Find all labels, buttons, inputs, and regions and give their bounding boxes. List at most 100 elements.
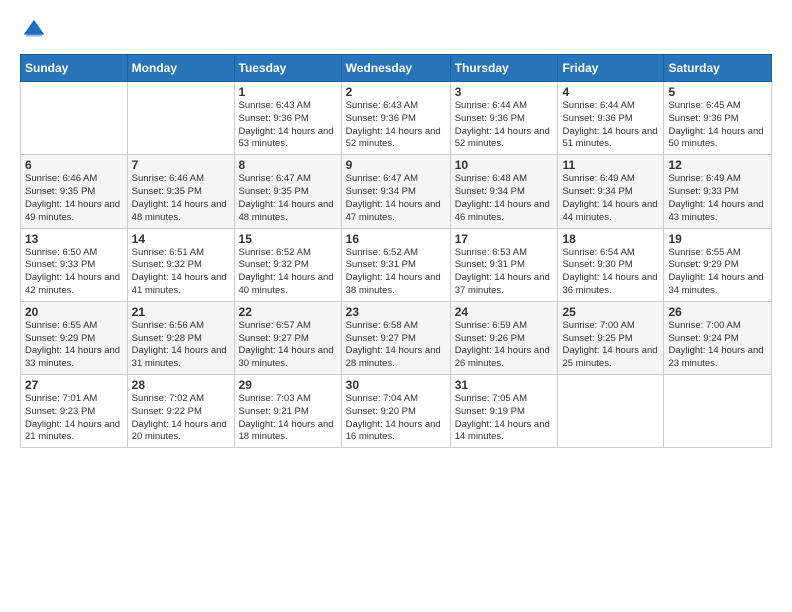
- day-number: 13: [25, 232, 123, 246]
- calendar: SundayMondayTuesdayWednesdayThursdayFrid…: [20, 54, 772, 448]
- day-number: 22: [239, 305, 337, 319]
- day-info: Sunrise: 6:44 AM Sunset: 9:36 PM Dayligh…: [455, 100, 554, 151]
- day-cell: 21Sunrise: 6:56 AM Sunset: 9:28 PM Dayli…: [127, 301, 234, 374]
- day-cell: 31Sunrise: 7:05 AM Sunset: 9:19 PM Dayli…: [450, 375, 558, 448]
- day-number: 31: [455, 378, 554, 392]
- day-info: Sunrise: 6:56 AM Sunset: 9:28 PM Dayligh…: [132, 320, 230, 371]
- day-cell: 28Sunrise: 7:02 AM Sunset: 9:22 PM Dayli…: [127, 375, 234, 448]
- day-number: 24: [455, 305, 554, 319]
- day-info: Sunrise: 6:54 AM Sunset: 9:30 PM Dayligh…: [562, 247, 659, 298]
- day-cell: [21, 82, 128, 155]
- day-number: 6: [25, 158, 123, 172]
- logo: [20, 16, 52, 44]
- weekday-header-friday: Friday: [558, 55, 664, 82]
- day-number: 23: [346, 305, 446, 319]
- weekday-header-monday: Monday: [127, 55, 234, 82]
- weekday-header-tuesday: Tuesday: [234, 55, 341, 82]
- day-info: Sunrise: 6:58 AM Sunset: 9:27 PM Dayligh…: [346, 320, 446, 371]
- day-cell: 23Sunrise: 6:58 AM Sunset: 9:27 PM Dayli…: [341, 301, 450, 374]
- day-info: Sunrise: 6:59 AM Sunset: 9:26 PM Dayligh…: [455, 320, 554, 371]
- day-info: Sunrise: 6:43 AM Sunset: 9:36 PM Dayligh…: [346, 100, 446, 151]
- weekday-header-wednesday: Wednesday: [341, 55, 450, 82]
- day-cell: 12Sunrise: 6:49 AM Sunset: 9:33 PM Dayli…: [664, 155, 772, 228]
- day-info: Sunrise: 6:45 AM Sunset: 9:36 PM Dayligh…: [668, 100, 767, 151]
- day-cell: 14Sunrise: 6:51 AM Sunset: 9:32 PM Dayli…: [127, 228, 234, 301]
- day-info: Sunrise: 6:46 AM Sunset: 9:35 PM Dayligh…: [25, 173, 123, 224]
- day-number: 4: [562, 85, 659, 99]
- day-info: Sunrise: 7:00 AM Sunset: 9:24 PM Dayligh…: [668, 320, 767, 371]
- day-number: 14: [132, 232, 230, 246]
- day-cell: 22Sunrise: 6:57 AM Sunset: 9:27 PM Dayli…: [234, 301, 341, 374]
- day-number: 21: [132, 305, 230, 319]
- week-row-2: 6Sunrise: 6:46 AM Sunset: 9:35 PM Daylig…: [21, 155, 772, 228]
- day-cell: 3Sunrise: 6:44 AM Sunset: 9:36 PM Daylig…: [450, 82, 558, 155]
- weekday-header-row: SundayMondayTuesdayWednesdayThursdayFrid…: [21, 55, 772, 82]
- day-number: 7: [132, 158, 230, 172]
- day-info: Sunrise: 6:49 AM Sunset: 9:33 PM Dayligh…: [668, 173, 767, 224]
- day-info: Sunrise: 7:00 AM Sunset: 9:25 PM Dayligh…: [562, 320, 659, 371]
- day-number: 9: [346, 158, 446, 172]
- day-number: 18: [562, 232, 659, 246]
- day-cell: 27Sunrise: 7:01 AM Sunset: 9:23 PM Dayli…: [21, 375, 128, 448]
- day-cell: 15Sunrise: 6:52 AM Sunset: 9:32 PM Dayli…: [234, 228, 341, 301]
- day-cell: 9Sunrise: 6:47 AM Sunset: 9:34 PM Daylig…: [341, 155, 450, 228]
- day-number: 1: [239, 85, 337, 99]
- day-cell: [558, 375, 664, 448]
- day-cell: 5Sunrise: 6:45 AM Sunset: 9:36 PM Daylig…: [664, 82, 772, 155]
- day-info: Sunrise: 7:01 AM Sunset: 9:23 PM Dayligh…: [25, 393, 123, 444]
- week-row-5: 27Sunrise: 7:01 AM Sunset: 9:23 PM Dayli…: [21, 375, 772, 448]
- week-row-1: 1Sunrise: 6:43 AM Sunset: 9:36 PM Daylig…: [21, 82, 772, 155]
- day-info: Sunrise: 6:43 AM Sunset: 9:36 PM Dayligh…: [239, 100, 337, 151]
- day-number: 25: [562, 305, 659, 319]
- day-number: 30: [346, 378, 446, 392]
- day-number: 27: [25, 378, 123, 392]
- day-cell: 26Sunrise: 7:00 AM Sunset: 9:24 PM Dayli…: [664, 301, 772, 374]
- day-info: Sunrise: 6:46 AM Sunset: 9:35 PM Dayligh…: [132, 173, 230, 224]
- day-number: 28: [132, 378, 230, 392]
- day-cell: 24Sunrise: 6:59 AM Sunset: 9:26 PM Dayli…: [450, 301, 558, 374]
- day-cell: 1Sunrise: 6:43 AM Sunset: 9:36 PM Daylig…: [234, 82, 341, 155]
- weekday-header-saturday: Saturday: [664, 55, 772, 82]
- day-cell: 10Sunrise: 6:48 AM Sunset: 9:34 PM Dayli…: [450, 155, 558, 228]
- day-cell: 29Sunrise: 7:03 AM Sunset: 9:21 PM Dayli…: [234, 375, 341, 448]
- day-number: 19: [668, 232, 767, 246]
- day-number: 10: [455, 158, 554, 172]
- day-number: 20: [25, 305, 123, 319]
- day-cell: 4Sunrise: 6:44 AM Sunset: 9:36 PM Daylig…: [558, 82, 664, 155]
- day-cell: 11Sunrise: 6:49 AM Sunset: 9:34 PM Dayli…: [558, 155, 664, 228]
- day-info: Sunrise: 6:50 AM Sunset: 9:33 PM Dayligh…: [25, 247, 123, 298]
- day-info: Sunrise: 6:49 AM Sunset: 9:34 PM Dayligh…: [562, 173, 659, 224]
- day-cell: 2Sunrise: 6:43 AM Sunset: 9:36 PM Daylig…: [341, 82, 450, 155]
- day-number: 2: [346, 85, 446, 99]
- day-cell: [127, 82, 234, 155]
- page: SundayMondayTuesdayWednesdayThursdayFrid…: [0, 0, 792, 612]
- day-cell: 20Sunrise: 6:55 AM Sunset: 9:29 PM Dayli…: [21, 301, 128, 374]
- day-cell: [664, 375, 772, 448]
- day-info: Sunrise: 6:53 AM Sunset: 9:31 PM Dayligh…: [455, 247, 554, 298]
- day-info: Sunrise: 6:55 AM Sunset: 9:29 PM Dayligh…: [25, 320, 123, 371]
- day-info: Sunrise: 6:51 AM Sunset: 9:32 PM Dayligh…: [132, 247, 230, 298]
- day-cell: 13Sunrise: 6:50 AM Sunset: 9:33 PM Dayli…: [21, 228, 128, 301]
- day-number: 5: [668, 85, 767, 99]
- day-info: Sunrise: 6:55 AM Sunset: 9:29 PM Dayligh…: [668, 247, 767, 298]
- header: [20, 16, 772, 44]
- day-info: Sunrise: 6:44 AM Sunset: 9:36 PM Dayligh…: [562, 100, 659, 151]
- day-cell: 18Sunrise: 6:54 AM Sunset: 9:30 PM Dayli…: [558, 228, 664, 301]
- day-info: Sunrise: 6:52 AM Sunset: 9:31 PM Dayligh…: [346, 247, 446, 298]
- day-number: 26: [668, 305, 767, 319]
- day-number: 29: [239, 378, 337, 392]
- day-info: Sunrise: 6:52 AM Sunset: 9:32 PM Dayligh…: [239, 247, 337, 298]
- day-number: 8: [239, 158, 337, 172]
- logo-icon: [20, 16, 48, 44]
- day-info: Sunrise: 6:57 AM Sunset: 9:27 PM Dayligh…: [239, 320, 337, 371]
- day-cell: 17Sunrise: 6:53 AM Sunset: 9:31 PM Dayli…: [450, 228, 558, 301]
- day-cell: 25Sunrise: 7:00 AM Sunset: 9:25 PM Dayli…: [558, 301, 664, 374]
- day-cell: 30Sunrise: 7:04 AM Sunset: 9:20 PM Dayli…: [341, 375, 450, 448]
- day-info: Sunrise: 7:05 AM Sunset: 9:19 PM Dayligh…: [455, 393, 554, 444]
- day-info: Sunrise: 7:02 AM Sunset: 9:22 PM Dayligh…: [132, 393, 230, 444]
- weekday-header-thursday: Thursday: [450, 55, 558, 82]
- day-info: Sunrise: 7:04 AM Sunset: 9:20 PM Dayligh…: [346, 393, 446, 444]
- day-info: Sunrise: 6:47 AM Sunset: 9:35 PM Dayligh…: [239, 173, 337, 224]
- day-number: 15: [239, 232, 337, 246]
- day-cell: 7Sunrise: 6:46 AM Sunset: 9:35 PM Daylig…: [127, 155, 234, 228]
